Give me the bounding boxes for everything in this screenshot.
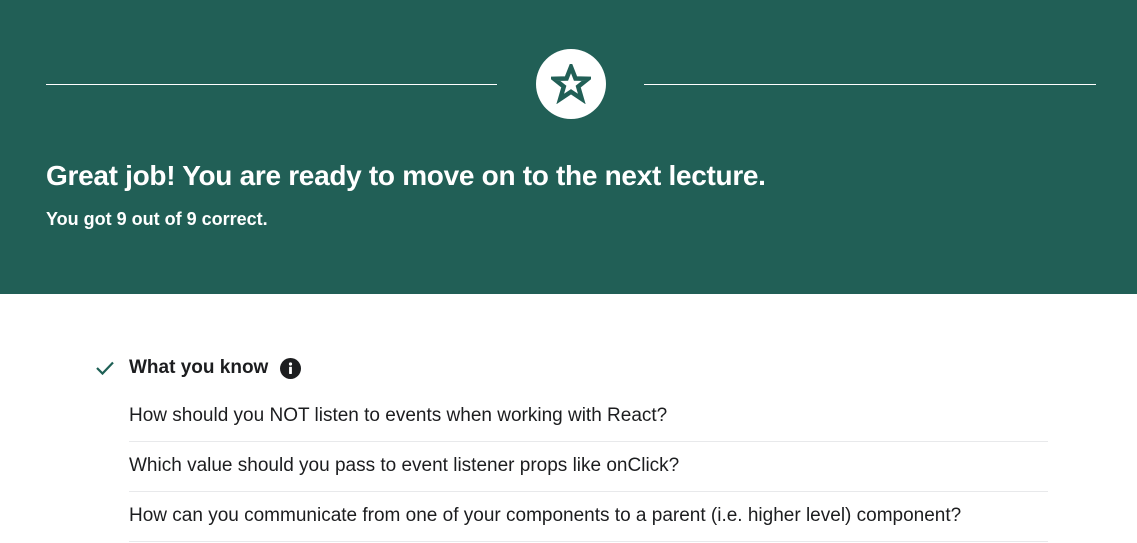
score-text: You got 9 out of 9 correct. (46, 209, 268, 229)
what-you-know-title: What you know (129, 357, 269, 378)
question-item: Which value should you pass to event lis… (129, 442, 1048, 492)
info-icon[interactable] (280, 357, 302, 379)
right-divider (644, 84, 1096, 85)
result-headline: Great job! You are ready to move on to t… (46, 160, 766, 191)
result-banner: Great job! You are ready to move on to t… (0, 0, 1137, 294)
what-you-know-section: What you know How should you NOT listen … (0, 294, 1137, 543)
star-badge (536, 49, 606, 119)
question-list: How should you NOT listen to events when… (129, 392, 1048, 542)
question-item: How can you communicate from one of your… (129, 492, 1048, 542)
checkmark-icon (95, 357, 117, 379)
question-item: How should you NOT listen to events when… (129, 392, 1048, 442)
star-icon (551, 64, 591, 104)
left-divider (46, 84, 497, 85)
what-you-know-header[interactable]: What you know (95, 352, 302, 384)
